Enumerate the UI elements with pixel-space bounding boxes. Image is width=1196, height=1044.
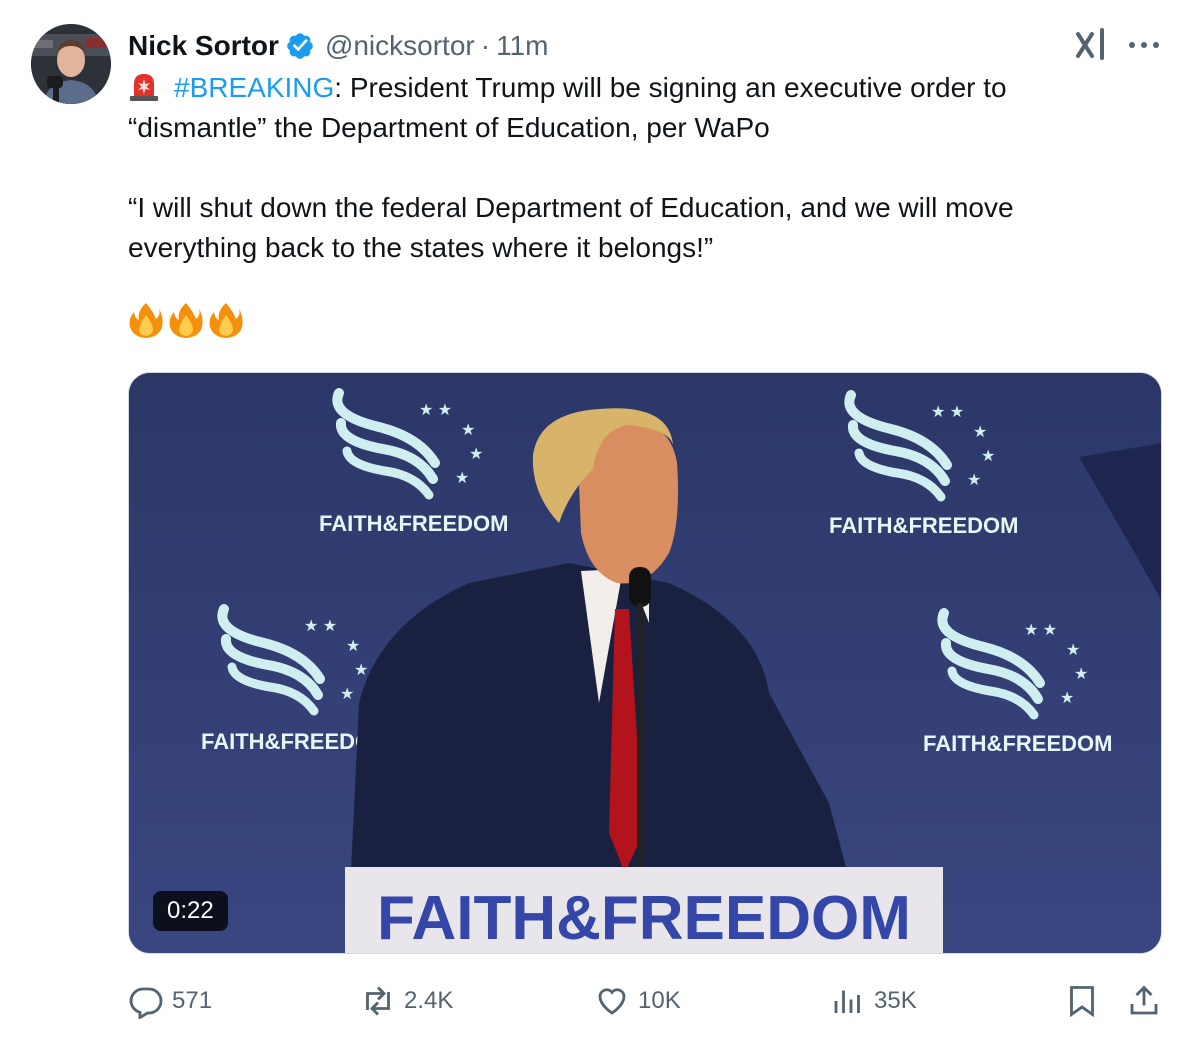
bookmark-button[interactable] bbox=[1064, 978, 1100, 1024]
timestamp[interactable]: 11m bbox=[496, 30, 548, 62]
bookmark-icon bbox=[1070, 986, 1094, 1018]
podium-text: FAITH&FREEDOM bbox=[377, 884, 911, 953]
tweet-actions: 571 2.4K 10K 35K bbox=[0, 978, 1196, 1024]
tweet-header: Nick Sortor @nicksortor · 11m bbox=[128, 26, 548, 66]
views-icon bbox=[834, 990, 860, 1013]
repost-button[interactable]: 2.4K bbox=[360, 978, 453, 1024]
repost-icon bbox=[366, 986, 390, 1016]
tweet-text: #BREAKING: President Trump will be signi… bbox=[128, 68, 1148, 340]
separator-dot: · bbox=[480, 30, 491, 61]
tweet-paragraph-quote: “I will shut down the federal Department… bbox=[128, 192, 1014, 263]
hashtag-link[interactable]: #BREAKING bbox=[174, 72, 334, 103]
avatar-image bbox=[31, 24, 111, 104]
verified-badge-icon[interactable] bbox=[285, 31, 315, 61]
banner-text: FAITH&FREEDOM bbox=[829, 513, 1018, 538]
banner-text: FAITH&FREEDOM bbox=[319, 511, 508, 536]
tweet-paragraph-1: #BREAKING: President Trump will be signi… bbox=[128, 68, 1148, 148]
fire-icon bbox=[168, 301, 204, 339]
fire-icon bbox=[208, 301, 244, 339]
author-handle[interactable]: @nicksortor bbox=[325, 30, 475, 62]
views-count: 35K bbox=[874, 987, 917, 1014]
like-button[interactable]: 10K bbox=[594, 978, 681, 1024]
video-frame: ★ ★ ★ ★ ★ FAITH&FREEDOM FAITH&FREEDOM FA… bbox=[129, 373, 1161, 953]
more-icon[interactable] bbox=[1124, 30, 1164, 60]
reply-icon bbox=[129, 987, 163, 1019]
reply-count: 571 bbox=[172, 987, 213, 1014]
siren-icon bbox=[128, 70, 160, 102]
fire-icon bbox=[128, 301, 164, 339]
tweet[interactable]: Nick Sortor @nicksortor · 11m #BREAKING:… bbox=[0, 0, 1196, 1044]
video-player[interactable]: ★ ★ ★ ★ ★ FAITH&FREEDOM FAITH&FREEDOM FA… bbox=[128, 372, 1162, 954]
repost-count: 2.4K bbox=[404, 987, 454, 1014]
banner-text: FAITH&FREEDOM bbox=[923, 731, 1112, 756]
like-count: 10K bbox=[638, 987, 681, 1014]
reply-button[interactable]: 571 bbox=[128, 978, 212, 1024]
video-duration: 0:22 bbox=[153, 891, 228, 931]
heart-icon bbox=[598, 988, 626, 1015]
views-button[interactable]: 35K bbox=[830, 978, 917, 1024]
share-button[interactable] bbox=[1126, 978, 1162, 1024]
emoji-row bbox=[128, 300, 1148, 340]
avatar[interactable] bbox=[31, 24, 111, 104]
author-name[interactable]: Nick Sortor bbox=[128, 30, 279, 62]
share-icon bbox=[1130, 985, 1158, 1015]
grok-icon[interactable] bbox=[1072, 26, 1110, 64]
